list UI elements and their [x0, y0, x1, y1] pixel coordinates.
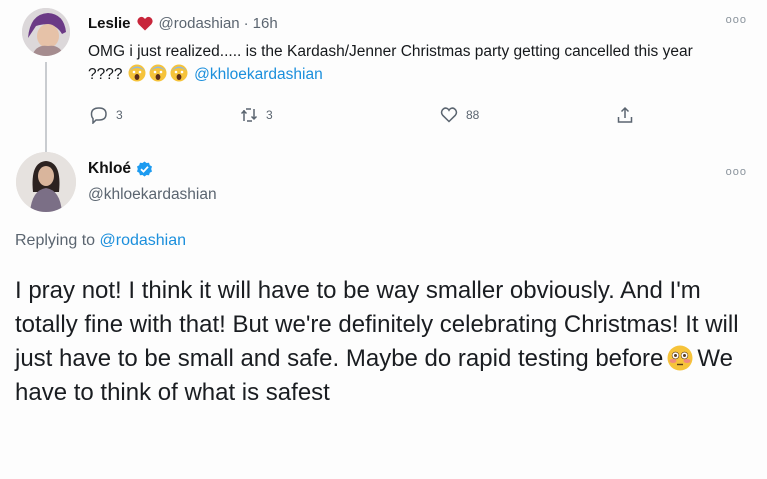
tweet-thread: Leslie @rodashian · 16h ooo OMG i just r…: [0, 0, 767, 479]
display-name[interactable]: Leslie: [88, 15, 131, 32]
tweet-header: Leslie @rodashian · 16h: [88, 12, 278, 34]
like-count: 88: [466, 108, 480, 122]
user-handle[interactable]: @khloekardashian: [88, 186, 217, 204]
parent-tweet[interactable]: Leslie @rodashian · 16h ooo OMG i just r…: [0, 0, 767, 160]
more-options-icon[interactable]: ooo: [726, 14, 747, 26]
replying-to: Replying to @rodashian: [15, 232, 186, 250]
reply-icon: [90, 107, 107, 124]
separator-dot: ·: [243, 14, 249, 32]
retweet-button[interactable]: 3: [240, 106, 273, 124]
face-screaming-in-fear-emoji: [149, 64, 167, 82]
like-button[interactable]: 88: [440, 106, 479, 124]
retweet-icon: [240, 108, 258, 122]
retweet-count: 3: [266, 108, 273, 122]
flushed-face-emoji: [667, 345, 693, 371]
heart-icon: [136, 16, 153, 31]
mention-link[interactable]: @rodashian: [100, 232, 187, 249]
tweet-actions: 3 3 88: [88, 106, 648, 128]
thread-connector-line: [45, 62, 47, 160]
avatar[interactable]: [22, 8, 70, 56]
tweet-text: OMG i just realized..... is the Kardash/…: [88, 40, 728, 86]
replying-label: Replying to: [15, 232, 96, 249]
tweet-header: Khloé: [88, 160, 153, 178]
timestamp[interactable]: 16h: [253, 15, 278, 32]
mention-link[interactable]: @khloekardashian: [194, 66, 323, 83]
scream-emoji-group: [127, 64, 194, 83]
more-options-icon[interactable]: ooo: [726, 166, 747, 178]
tweet-body: I pray not! I think it will have to be w…: [15, 277, 739, 372]
avatar[interactable]: [16, 152, 76, 212]
tweet-text: I pray not! I think it will have to be w…: [15, 274, 755, 410]
share-button[interactable]: [616, 106, 642, 124]
reply-button[interactable]: 3: [90, 106, 123, 124]
user-handle[interactable]: @rodashian: [159, 15, 240, 32]
like-icon: [440, 107, 458, 123]
verified-badge-icon: [136, 161, 153, 178]
avatar-image: [16, 152, 76, 212]
display-name[interactable]: Khloé: [88, 160, 131, 178]
reply-count: 3: [116, 108, 123, 122]
avatar-image: [22, 8, 70, 56]
face-screaming-in-fear-emoji: [170, 64, 188, 82]
share-icon: [617, 106, 633, 123]
face-screaming-in-fear-emoji: [128, 64, 146, 82]
